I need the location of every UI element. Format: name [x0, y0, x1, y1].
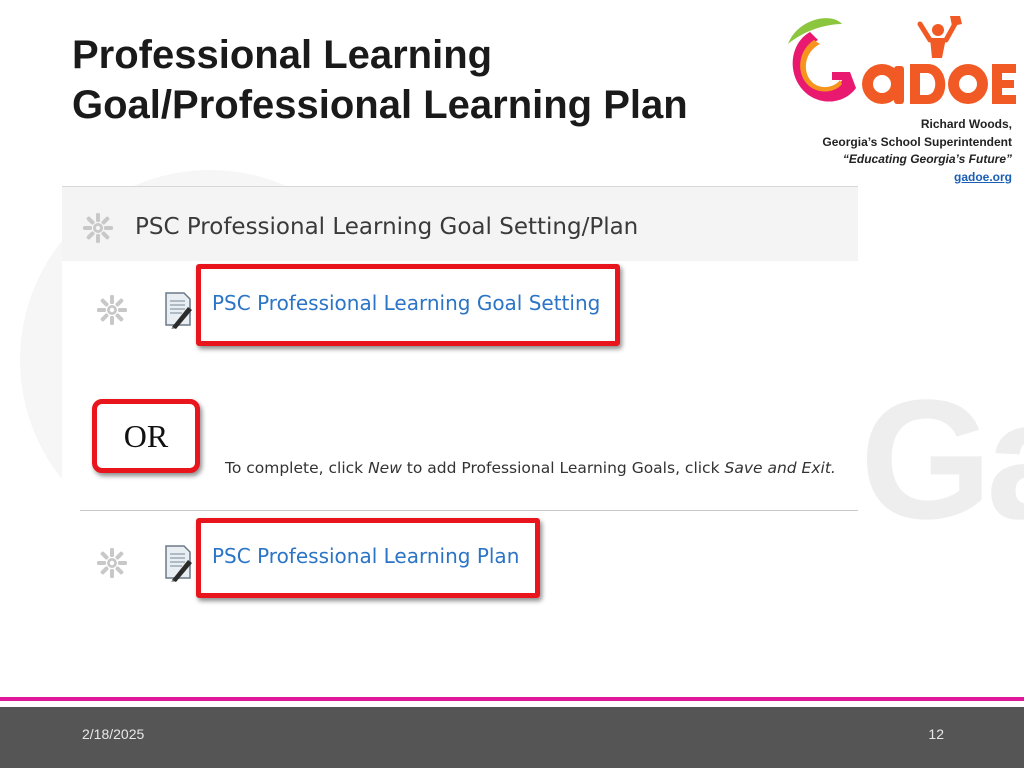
superintendent-credit: Richard Woods, Georgia’s School Superint…	[822, 116, 1012, 186]
row-divider	[80, 510, 858, 511]
instruction-new: New	[368, 459, 402, 477]
document-pen-icon	[165, 545, 192, 582]
slide-title: Professional Learning Goal/Professional …	[72, 33, 688, 127]
learning-plan-link[interactable]: PSC Professional Learning Plan	[212, 544, 519, 568]
or-callout: OR	[92, 399, 200, 473]
footer-date: 2/18/2025	[82, 726, 145, 742]
instruction-text: To complete, click New to add Profession…	[225, 459, 836, 477]
instruction-part2: to add Professional Learning Goals, clic…	[401, 459, 725, 477]
instruction-save: Save and Exit.	[724, 459, 836, 477]
page-number: 12	[928, 726, 944, 742]
watermark-wordmark: GaDOE	[860, 365, 1024, 555]
embedded-screenshot: PSC Professional Learning Goal Setting/P…	[62, 187, 858, 649]
slide-footer: 2/18/2025 12	[0, 707, 1024, 768]
section-header: PSC Professional Learning Goal Setting/P…	[62, 187, 858, 261]
gear-icon[interactable]	[96, 294, 128, 326]
instruction-part1: To complete, click	[225, 459, 369, 477]
section-header-title: PSC Professional Learning Goal Setting/P…	[135, 214, 639, 240]
gear-icon[interactable]	[96, 547, 128, 579]
gear-icon[interactable]	[82, 212, 114, 244]
gadoe-logo-icon	[788, 16, 1016, 104]
credit-name: Richard Woods,	[920, 117, 1012, 131]
gadoe-logo	[780, 10, 1020, 114]
credit-role: Georgia’s School Superintendent	[822, 134, 1012, 149]
document-pen-icon	[165, 292, 192, 329]
credit-tagline: “Educating Georgia’s Future”	[842, 152, 1012, 166]
gadoe-link[interactable]: gadoe.org	[822, 169, 1012, 187]
or-label: OR	[123, 417, 169, 454]
goal-setting-link[interactable]: PSC Professional Learning Goal Setting	[212, 291, 600, 315]
